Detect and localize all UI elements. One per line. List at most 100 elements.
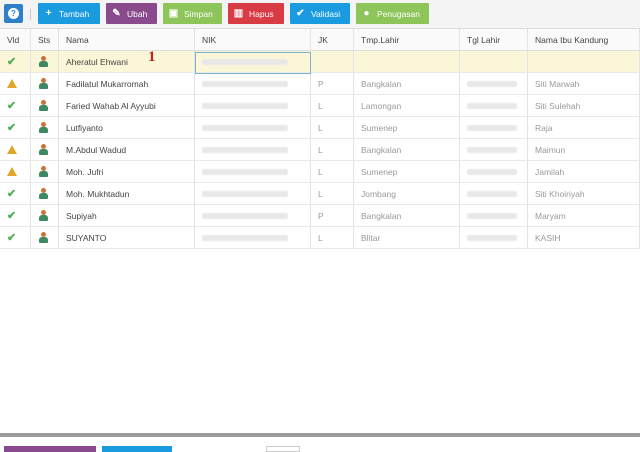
table-row[interactable]: Fadilatul Mukarromah P Bangkalan Siti Marwa…: [0, 73, 640, 95]
simpan-button[interactable]: ▣ Simpan: [163, 3, 222, 24]
redacted-value: [202, 80, 288, 87]
footer-bar: [0, 433, 640, 451]
table-row[interactable]: ✔ Faried Wahab Al Ayyubi L Lamongan Siti Sul…: [0, 95, 640, 117]
birthplace-cell: Sumenep: [354, 117, 460, 138]
nik-cell-redacted: [195, 117, 311, 138]
check-icon: ✔: [296, 8, 305, 19]
name-cell: Supiyah: [59, 205, 195, 226]
valid-check-icon: ✔: [7, 122, 17, 134]
person-icon: [38, 144, 48, 155]
birth-date-cell-redacted: [460, 227, 528, 248]
validation-status-cell: [0, 161, 31, 182]
validation-status-cell: ✔: [0, 205, 31, 226]
birth-date-cell-redacted: [460, 183, 528, 204]
validation-status-cell: ✔: [0, 51, 31, 72]
column-header-jk[interactable]: JK: [311, 29, 354, 50]
nik-cell-redacted: [195, 205, 311, 226]
birthplace-cell: Jombang: [354, 183, 460, 204]
table-row[interactable]: ✔ Moh. Mukhtadun L Jombang Siti Khoiriyah: [0, 183, 640, 205]
pencil-icon: ✎: [112, 8, 121, 19]
mother-name-cell: Maryam: [528, 205, 640, 226]
annotation-marker: 1: [148, 49, 156, 65]
mother-name-cell: Siti Khoiriyah: [528, 183, 640, 204]
mother-name-cell: Jamilah: [528, 161, 640, 182]
person-icon: [38, 188, 48, 199]
column-header-vld[interactable]: Vld: [0, 29, 31, 50]
birth-date-cell-redacted: [460, 51, 528, 72]
birth-date-cell-redacted: [460, 73, 528, 94]
validation-status-cell: ✔: [0, 117, 31, 138]
status-cell: [31, 227, 59, 248]
table-row[interactable]: Moh. Jufri L Sumenep Jamilah: [0, 161, 640, 183]
redacted-value: [202, 212, 288, 219]
penugasan-button[interactable]: ● Penugasan: [356, 3, 429, 24]
question-icon: ?: [8, 8, 19, 19]
tambah-button[interactable]: + Tambah: [38, 3, 100, 24]
nik-cell-redacted: [195, 161, 311, 182]
redacted-value: [202, 102, 288, 109]
person-icon: [38, 78, 48, 89]
mother-name-cell: Siti Marwah: [528, 73, 640, 94]
mother-name-cell: Siti Sulehah: [528, 95, 640, 116]
gender-cell: L: [311, 227, 354, 248]
toolbar: ? + Tambah ✎ Ubah ▣ Simpan ▥ Hapus ✔ Validasi…: [0, 0, 640, 29]
nik-cell-redacted: [195, 73, 311, 94]
warning-icon: [7, 79, 17, 88]
table-row[interactable]: ✔ Lutfiyanto L Sumenep Raja: [0, 117, 640, 139]
valid-check-icon: ✔: [7, 56, 17, 68]
redacted-value: [467, 124, 517, 131]
column-header-nama-ibu[interactable]: Nama Ibu Kandung: [528, 29, 640, 50]
footer-button-secondary[interactable]: [102, 446, 172, 452]
status-cell: [31, 95, 59, 116]
column-header-tmp-lahir[interactable]: Tmp.Lahir: [354, 29, 460, 50]
nik-cell-editor[interactable]: [195, 52, 311, 74]
birthplace-cell: [354, 51, 460, 72]
help-button[interactable]: ?: [4, 4, 23, 23]
mother-name-cell: Maimun: [528, 139, 640, 160]
column-header-tgl-lahir[interactable]: Tgl Lahir: [460, 29, 528, 50]
grid-header: Vld Sts Nama NIK JK Tmp.Lahir Tgl Lahir …: [0, 29, 640, 51]
table-row[interactable]: ✔ Supiyah P Bangkalan Maryam: [0, 205, 640, 227]
status-cell: [31, 183, 59, 204]
table-row[interactable]: ✔ Aheratul Ehwani: [0, 51, 640, 73]
status-cell: [31, 161, 59, 182]
name-cell: Fadilatul Mukarromah: [59, 73, 195, 94]
birthplace-cell: Bangkalan: [354, 139, 460, 160]
birth-date-cell-redacted: [460, 139, 528, 160]
birthplace-cell: Lamongan: [354, 95, 460, 116]
validation-status-cell: ✔: [0, 183, 31, 204]
column-header-nama[interactable]: Nama: [59, 29, 195, 50]
redacted-value: [202, 190, 288, 197]
user-icon: ●: [363, 8, 370, 19]
gender-cell: L: [311, 95, 354, 116]
name-cell: Moh. Jufri: [59, 161, 195, 182]
gender-cell: L: [311, 117, 354, 138]
footer-button-primary[interactable]: [4, 446, 96, 452]
gender-cell: P: [311, 205, 354, 226]
column-header-sts[interactable]: Sts: [31, 29, 59, 50]
table-row[interactable]: M.Abdul Wadud L Bangkalan Maimun: [0, 139, 640, 161]
valid-check-icon: ✔: [7, 232, 17, 244]
hapus-button[interactable]: ▥ Hapus: [228, 3, 284, 24]
valid-check-icon: ✔: [7, 188, 17, 200]
validasi-button[interactable]: ✔ Validasi: [290, 3, 350, 24]
save-icon: ▣: [168, 8, 179, 19]
column-header-nik[interactable]: NIK: [195, 29, 311, 50]
redacted-value: [467, 102, 517, 109]
redacted-value: [202, 146, 288, 153]
birthplace-cell: Sumenep: [354, 161, 460, 182]
redacted-value: [467, 80, 517, 87]
table-row[interactable]: ✔ SUYANTO L Blitar KASIH: [0, 227, 640, 249]
status-cell: [31, 73, 59, 94]
nik-cell-redacted: [195, 139, 311, 160]
birthplace-cell: Blitar: [354, 227, 460, 248]
page-input[interactable]: [266, 446, 300, 452]
ubah-button[interactable]: ✎ Ubah: [106, 3, 157, 24]
nik-cell-redacted: [195, 95, 311, 116]
plus-icon: +: [45, 8, 52, 19]
redacted-value: [467, 212, 517, 219]
redacted-value: [467, 146, 517, 153]
name-cell: Aheratul Ehwani: [59, 51, 195, 72]
validation-status-cell: [0, 139, 31, 160]
person-icon: [38, 56, 48, 67]
